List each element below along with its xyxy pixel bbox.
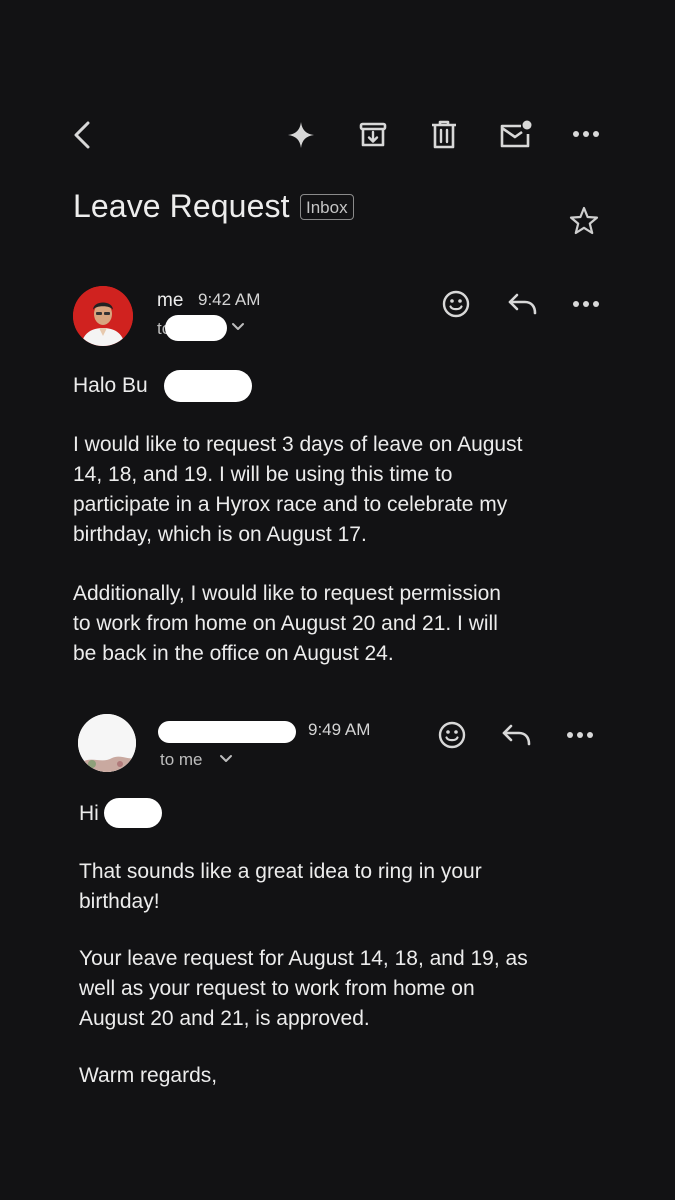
archive-icon[interactable] <box>358 120 388 150</box>
message-paragraph: Additionally, I would like to request pe… <box>73 582 501 665</box>
more-options-icon[interactable] <box>572 128 600 140</box>
star-icon[interactable] <box>568 205 600 237</box>
emoji-react-icon[interactable] <box>437 720 467 750</box>
sparkle-icon[interactable] <box>287 121 315 149</box>
message-greeting: Halo Bu <box>73 374 148 397</box>
sender-avatar[interactable] <box>73 286 133 346</box>
redaction-mark <box>104 798 162 828</box>
recipient-line[interactable]: to me <box>160 750 203 770</box>
message-time: 9:49 AM <box>308 720 371 739</box>
email-subject: Leave Request <box>73 188 290 224</box>
message-paragraph: That sounds like a great idea to ring in… <box>79 860 482 913</box>
message-time: 9:42 AM <box>198 290 261 309</box>
redaction-mark <box>164 370 252 402</box>
sender-name: me <box>157 290 184 311</box>
redaction-mark <box>158 721 296 743</box>
message-more-icon[interactable] <box>566 729 594 741</box>
emoji-react-icon[interactable] <box>441 289 471 319</box>
redaction-mark <box>165 315 227 341</box>
chevron-down-icon[interactable] <box>231 322 245 332</box>
message-paragraph: Your leave request for August 14, 18, an… <box>79 947 528 1030</box>
inbox-label-badge[interactable]: Inbox <box>300 194 354 220</box>
message-greeting: Hi <box>79 802 99 825</box>
sender-avatar[interactable] <box>78 714 136 772</box>
message-paragraph: I would like to request 3 days of leave … <box>73 433 523 546</box>
chevron-down-icon[interactable] <box>219 754 233 764</box>
reply-icon[interactable] <box>500 722 532 748</box>
delete-icon[interactable] <box>430 119 458 151</box>
back-arrow-icon[interactable] <box>70 120 96 150</box>
recipient-prefix: to me <box>160 750 203 769</box>
message-paragraph: Warm regards, <box>79 1064 218 1087</box>
message-more-icon[interactable] <box>572 298 600 310</box>
mark-unread-icon[interactable] <box>499 118 533 150</box>
reply-icon[interactable] <box>506 291 538 317</box>
